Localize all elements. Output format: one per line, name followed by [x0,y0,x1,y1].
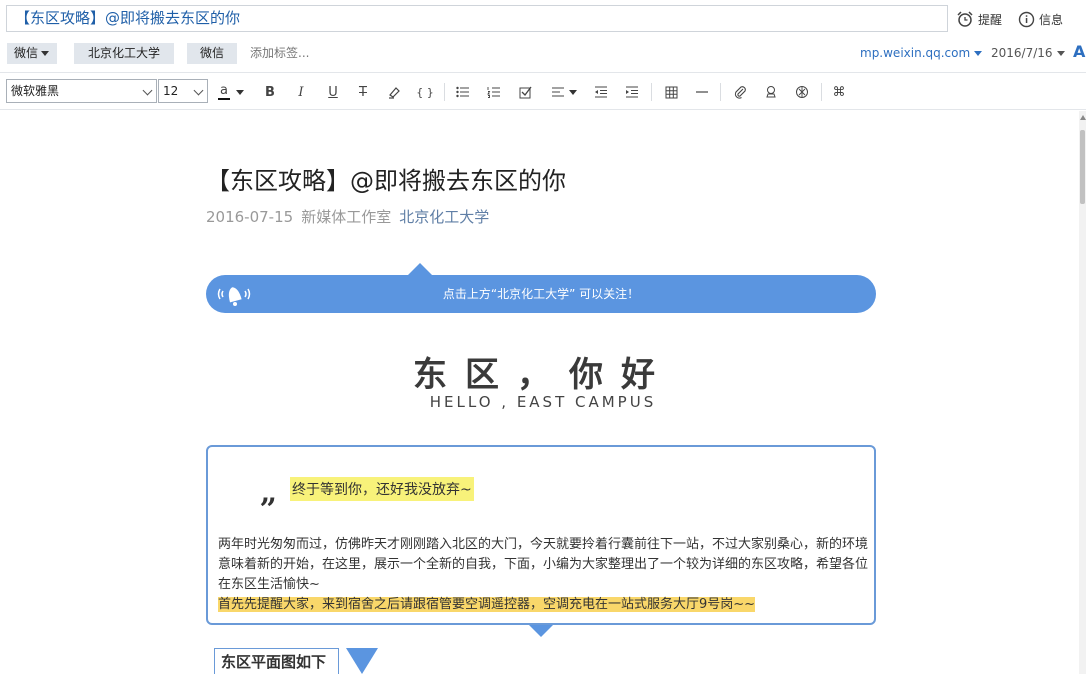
remind-button[interactable]: 提醒 [956,9,1002,29]
source-url-link[interactable]: mp.weixin.qq.com [860,43,983,64]
highlighter-button[interactable] [383,81,405,103]
remind-label: 提醒 [978,12,1003,27]
align-left-icon [552,87,564,97]
bold-button[interactable]: B [259,81,281,103]
checkbox-list-button[interactable] [514,81,536,103]
article-author: 新媒体工作室 [301,208,392,226]
table-button[interactable] [660,81,682,103]
table-icon [665,86,677,98]
article-title: 【东区攻略】@即将搬去东区的你 [206,167,566,195]
scroll-up-icon[interactable] [1080,115,1086,120]
info-label: 信息 [1039,12,1064,27]
hero-subheading: HELLO , EAST CAMPUS [429,393,657,411]
command-icon: ⌘ [832,84,846,100]
tag-row: 微信 北京化工大学 微信 添加标签... mp.weixin.qq.com 20… [0,38,1086,70]
outdent-button[interactable] [590,81,612,103]
info-icon [1018,11,1035,27]
source-url: mp.weixin.qq.com [860,46,971,60]
chevron-down-icon [569,89,577,95]
stamp-button[interactable] [760,81,782,103]
font-color-button[interactable]: a [216,81,246,103]
info-button[interactable]: 信息 [1018,9,1063,29]
horizontal-rule-icon [696,91,708,93]
intro-quote-box: „ 终于等到你，还好我没放弃~ 两年时光匆匆而过，仿佛昨天才刚刚踏入北区的大门，… [206,445,876,625]
notebook-label: 微信 [14,46,39,60]
checkbox-icon [519,86,532,98]
title-bar: 【东区攻略】@即将搬去东区的你 提醒 信息 [0,0,1086,38]
chevron-down-icon [974,51,983,56]
toolbar-divider [651,83,652,101]
follow-banner: 点击上方“北京化工大学” 可以关注！ [206,275,876,313]
toolbar-divider [821,83,822,101]
stamp-icon [766,86,776,98]
hero-heading: 东区，你好 [413,355,673,395]
numbered-list-button[interactable] [483,81,505,103]
tag-item[interactable]: 北京化工大学 [74,43,174,64]
section-heading: 东区平面图如下 [214,648,340,674]
quote-highlight: 终于等到你，还好我没放弃~ [290,477,474,501]
chevron-down-icon [41,51,50,56]
section-triangle [346,648,378,674]
article-date: 2016-07-15 [206,208,294,226]
date-label: 2016/7/16 [991,46,1053,60]
attachment-button[interactable] [729,81,751,103]
chevron-down-icon [235,89,244,95]
banner-pointer [408,263,432,275]
font-family-select[interactable]: 微软雅黑 [6,79,157,103]
font-color-glyph: a [218,83,230,100]
chevron-down-icon [1056,51,1065,56]
note-editor[interactable]: 【东区攻略】@即将搬去东区的你 2016-07-15 新媒体工作室 北京化工大学 点… [0,111,1086,674]
bell-icon [217,287,251,306]
note-date[interactable]: 2016/7/16 [991,43,1065,64]
article-meta: 2016-07-15 新媒体工作室 北京化工大学 [206,206,489,227]
intro-text: 两年时光匆匆而过，仿佛昨天才刚刚踏入北区的大门，今天就要拎着行囊前往下一站，不过… [218,537,869,592]
strikethrough-button[interactable]: T [352,81,374,103]
paperclip-icon [734,86,746,99]
notebook-selector[interactable]: 微信 [7,43,57,64]
indent-icon [626,86,638,98]
italic-button[interactable]: I [290,81,312,103]
font-toggle-button[interactable]: A [1073,42,1085,61]
code-button[interactable]: { } [414,81,436,103]
bullet-list-icon [456,86,469,98]
toolbar-divider [720,83,721,101]
aperture-icon [796,86,808,98]
media-button[interactable] [791,81,813,103]
indent-button[interactable] [621,81,643,103]
intro-highlight-text: 首先先提醒大家，来到宿舍之后请跟宿管要空调遥控器，空调充电在一站式服务大厅9号岗… [218,597,756,612]
scrollbar-thumb[interactable] [1080,130,1085,204]
underline-button[interactable]: U [322,81,344,103]
numbered-list-icon [487,87,500,98]
font-size-select[interactable]: 12 [158,79,208,103]
align-button[interactable] [548,81,580,103]
intro-paragraph: 两年时光匆匆而过，仿佛昨天才刚刚踏入北区的大门，今天就要拎着行囊前往下一站，不过… [218,535,868,615]
toolbar-divider [444,83,445,101]
banner-text: 点击上方“北京化工大学” 可以关注！ [442,287,640,301]
font-family-value: 微软雅黑 [11,84,60,98]
bullet-list-button[interactable] [452,81,474,103]
add-tag-input[interactable]: 添加标签... [250,43,309,64]
article-account-link[interactable]: 北京化工大学 [399,208,489,226]
highlighter-icon [389,87,400,99]
quote-mark-icon: „ [260,475,278,510]
tag-item[interactable]: 微信 [187,43,237,64]
outdent-icon [595,86,607,98]
font-size-value: 12 [163,84,179,98]
chevron-down-icon [193,85,204,96]
horizontal-rule-button[interactable] [691,81,713,103]
chevron-down-icon [142,85,153,96]
note-title-input[interactable]: 【东区攻略】@即将搬去东区的你 [6,5,948,32]
alarm-clock-icon [957,11,973,27]
quote-pointer [529,625,553,637]
command-button[interactable]: ⌘ [828,81,850,103]
format-toolbar: 微软雅黑 12 a B I U T { } ⌘ [0,72,1086,110]
